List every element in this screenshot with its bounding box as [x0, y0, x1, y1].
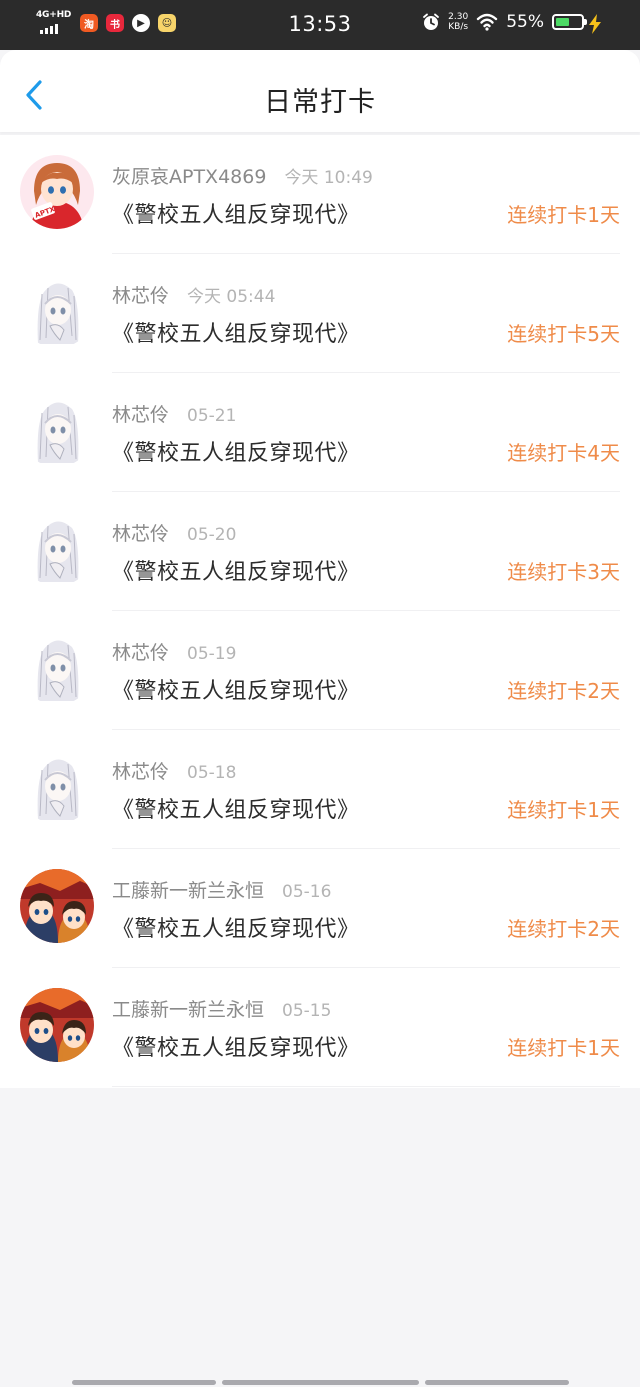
red-hair-girl-avatar[interactable]: APTX	[20, 155, 94, 229]
username[interactable]: 林芯伶	[112, 638, 169, 665]
streak-label: 连续打卡4天	[507, 441, 620, 465]
streak-label: 连续打卡3天	[507, 560, 620, 584]
checkin-meta: 林芯伶 今天 05:44	[112, 281, 275, 308]
checkin-list: APTX 灰原哀APTX4869 今天 10:49 《警校五人组反穿现代》 连续打卡1天…	[0, 135, 640, 1088]
streak-label: 连续打卡5天	[507, 322, 620, 346]
nav-header: 日常打卡	[0, 50, 640, 132]
battery-percent: 55%	[506, 12, 544, 32]
checkin-row[interactable]: 林芯伶 05-20 《警校五人组反穿现代》 连续打卡3天	[0, 492, 640, 611]
status-right: 2.30 KB/s 55%	[422, 12, 587, 32]
checkin-meta: 林芯伶 05-20	[112, 519, 236, 546]
book-title[interactable]: 《警校五人组反穿现代》	[112, 316, 360, 348]
page-title: 日常打卡	[264, 87, 376, 118]
row-divider	[112, 1086, 620, 1087]
checkin-meta: 工藤新一新兰永恒 05-16	[112, 876, 331, 903]
checkin-meta: 林芯伶 05-21	[112, 400, 236, 427]
sketch-girl-avatar[interactable]	[20, 631, 94, 705]
checkin-row[interactable]: 林芯伶 05-21 《警校五人组反穿现代》 连续打卡4天	[0, 373, 640, 492]
book-title[interactable]: 《警校五人组反穿现代》	[112, 435, 360, 467]
sketch-girl-avatar[interactable]	[20, 750, 94, 824]
book-title[interactable]: 《警校五人组反穿现代》	[112, 554, 360, 586]
checkin-row[interactable]: APTX 灰原哀APTX4869 今天 10:49 《警校五人组反穿现代》 连续打卡1天	[0, 135, 640, 254]
streak-label: 连续打卡2天	[507, 679, 620, 703]
wifi-icon	[477, 13, 498, 31]
checkin-time: 05-21	[187, 406, 237, 426]
gesture-bar-left[interactable]	[72, 1380, 216, 1385]
battery-icon	[552, 14, 587, 30]
checkin-time: 05-19	[187, 644, 237, 664]
username[interactable]: 林芯伶	[112, 400, 169, 427]
checkin-row[interactable]: 林芯伶 今天 05:44 《警校五人组反穿现代》 连续打卡5天	[0, 254, 640, 373]
checkin-time: 今天 10:49	[284, 168, 373, 188]
checkin-meta: 灰原哀APTX4869 今天 10:49	[112, 162, 373, 189]
streak-label: 连续打卡1天	[507, 1036, 620, 1060]
checkin-meta: 林芯伶 05-19	[112, 638, 236, 665]
checkin-time: 今天 05:44	[187, 287, 276, 307]
checkin-time: 05-16	[282, 882, 332, 902]
alarm-icon	[423, 13, 440, 30]
username[interactable]: 工藤新一新兰永恒	[112, 995, 264, 1022]
charging-bolt-icon	[589, 14, 601, 34]
book-title[interactable]: 《警校五人组反穿现代》	[112, 1030, 360, 1062]
book-title[interactable]: 《警校五人组反穿现代》	[112, 197, 360, 229]
checkin-row[interactable]: 工藤新一新兰永恒 05-16 《警校五人组反穿现代》 连续打卡2天	[0, 849, 640, 968]
streak-label: 连续打卡1天	[507, 798, 620, 822]
checkin-time: 05-18	[187, 763, 237, 783]
network-speed-value: 2.30	[448, 12, 469, 22]
checkin-row[interactable]: 林芯伶 05-18 《警校五人组反穿现代》 连续打卡1天	[0, 730, 640, 849]
book-title[interactable]: 《警校五人组反穿现代》	[112, 673, 360, 705]
anime-duo-avatar[interactable]	[20, 869, 94, 943]
checkin-meta: 林芯伶 05-18	[112, 757, 236, 784]
book-title[interactable]: 《警校五人组反穿现代》	[112, 792, 360, 824]
sketch-girl-avatar[interactable]	[20, 512, 94, 586]
status-bar: 4G+HD 淘书 ▶ ☺ 13:53 2.30 KB/s 55%	[0, 0, 640, 50]
battery-level-fill	[556, 18, 570, 26]
anime-duo-avatar[interactable]	[20, 988, 94, 1062]
checkin-row[interactable]: 林芯伶 05-19 《警校五人组反穿现代》 连续打卡2天	[0, 611, 640, 730]
username[interactable]: 林芯伶	[112, 281, 169, 308]
username[interactable]: 林芯伶	[112, 519, 169, 546]
sketch-girl-avatar[interactable]	[20, 274, 94, 348]
sketch-girl-avatar[interactable]	[20, 393, 94, 467]
gesture-bar-right[interactable]	[425, 1380, 569, 1385]
checkin-time: 05-20	[187, 525, 237, 545]
checkin-row[interactable]: 工藤新一新兰永恒 05-15 《警校五人组反穿现代》 连续打卡1天	[0, 968, 640, 1087]
username[interactable]: 林芯伶	[112, 757, 169, 784]
gesture-bar-center[interactable]	[222, 1380, 419, 1385]
username[interactable]: 工藤新一新兰永恒	[112, 876, 264, 903]
streak-label: 连续打卡1天	[507, 203, 620, 227]
network-speed: 2.30 KB/s	[448, 12, 468, 32]
username[interactable]: 灰原哀APTX4869	[112, 162, 266, 189]
checkin-meta: 工藤新一新兰永恒 05-15	[112, 995, 331, 1022]
book-title[interactable]: 《警校五人组反穿现代》	[112, 911, 360, 943]
network-speed-unit: KB/s	[448, 22, 469, 32]
checkin-time: 05-15	[282, 1001, 332, 1021]
streak-label: 连续打卡2天	[507, 917, 620, 941]
